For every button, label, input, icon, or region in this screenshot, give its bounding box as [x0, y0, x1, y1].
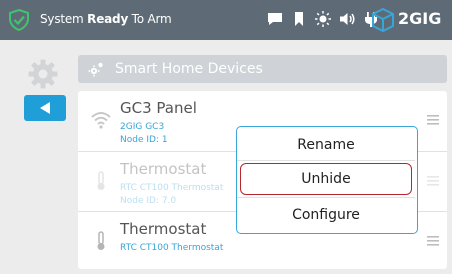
cube-logo-icon — [372, 7, 394, 33]
settings-gear-icon[interactable] — [27, 58, 59, 90]
unhide-menu-item[interactable]: Unhide — [240, 163, 412, 195]
menu-divider — [237, 197, 415, 198]
status-suffix: To Arm — [128, 12, 172, 26]
wifi-icon — [91, 112, 111, 129]
context-menu: Rename Unhide Configure — [236, 126, 418, 234]
page-title: Smart Home Devices — [115, 61, 263, 77]
device-model: RTC CT100 Thermostat — [120, 183, 224, 193]
device-node-id: Node ID: 1 — [120, 135, 168, 145]
thermometer-icon — [97, 231, 105, 250]
drag-handle-icon[interactable] — [427, 115, 439, 125]
back-arrow-icon — [40, 102, 50, 114]
rename-menu-item[interactable]: Rename — [240, 130, 412, 160]
device-name: Thermostat — [120, 220, 207, 238]
chat-icon[interactable] — [266, 10, 284, 28]
brand-logo: 2GIG — [370, 6, 450, 34]
device-name: Thermostat — [120, 160, 207, 178]
bookmark-icon[interactable] — [290, 10, 308, 28]
arm-status-text: System Ready To Arm — [40, 12, 172, 26]
thermometer-icon — [97, 171, 105, 190]
section-header: Smart Home Devices — [78, 55, 447, 83]
back-button[interactable] — [24, 95, 66, 121]
menu-divider — [237, 160, 415, 161]
device-model: 2GIG GC3 — [120, 122, 165, 132]
brand-name: 2GIG — [398, 9, 442, 28]
smart-home-icon — [88, 62, 103, 77]
volume-icon[interactable] — [338, 10, 356, 28]
device-model: RTC CT100 Thermostat — [120, 243, 224, 253]
status-emphasis: Ready — [87, 12, 129, 26]
drag-handle-icon[interactable] — [427, 236, 439, 246]
device-node-id: Node ID: 7.0 — [120, 196, 177, 206]
device-name: GC3 Panel — [120, 99, 197, 117]
brightness-icon[interactable] — [314, 10, 332, 28]
drag-handle-icon[interactable] — [427, 176, 439, 186]
status-prefix: System — [40, 12, 88, 26]
shield-check-icon[interactable] — [8, 9, 30, 31]
status-bar: System Ready To Arm 2GIG — [0, 0, 452, 40]
configure-menu-item[interactable]: Configure — [240, 200, 412, 230]
